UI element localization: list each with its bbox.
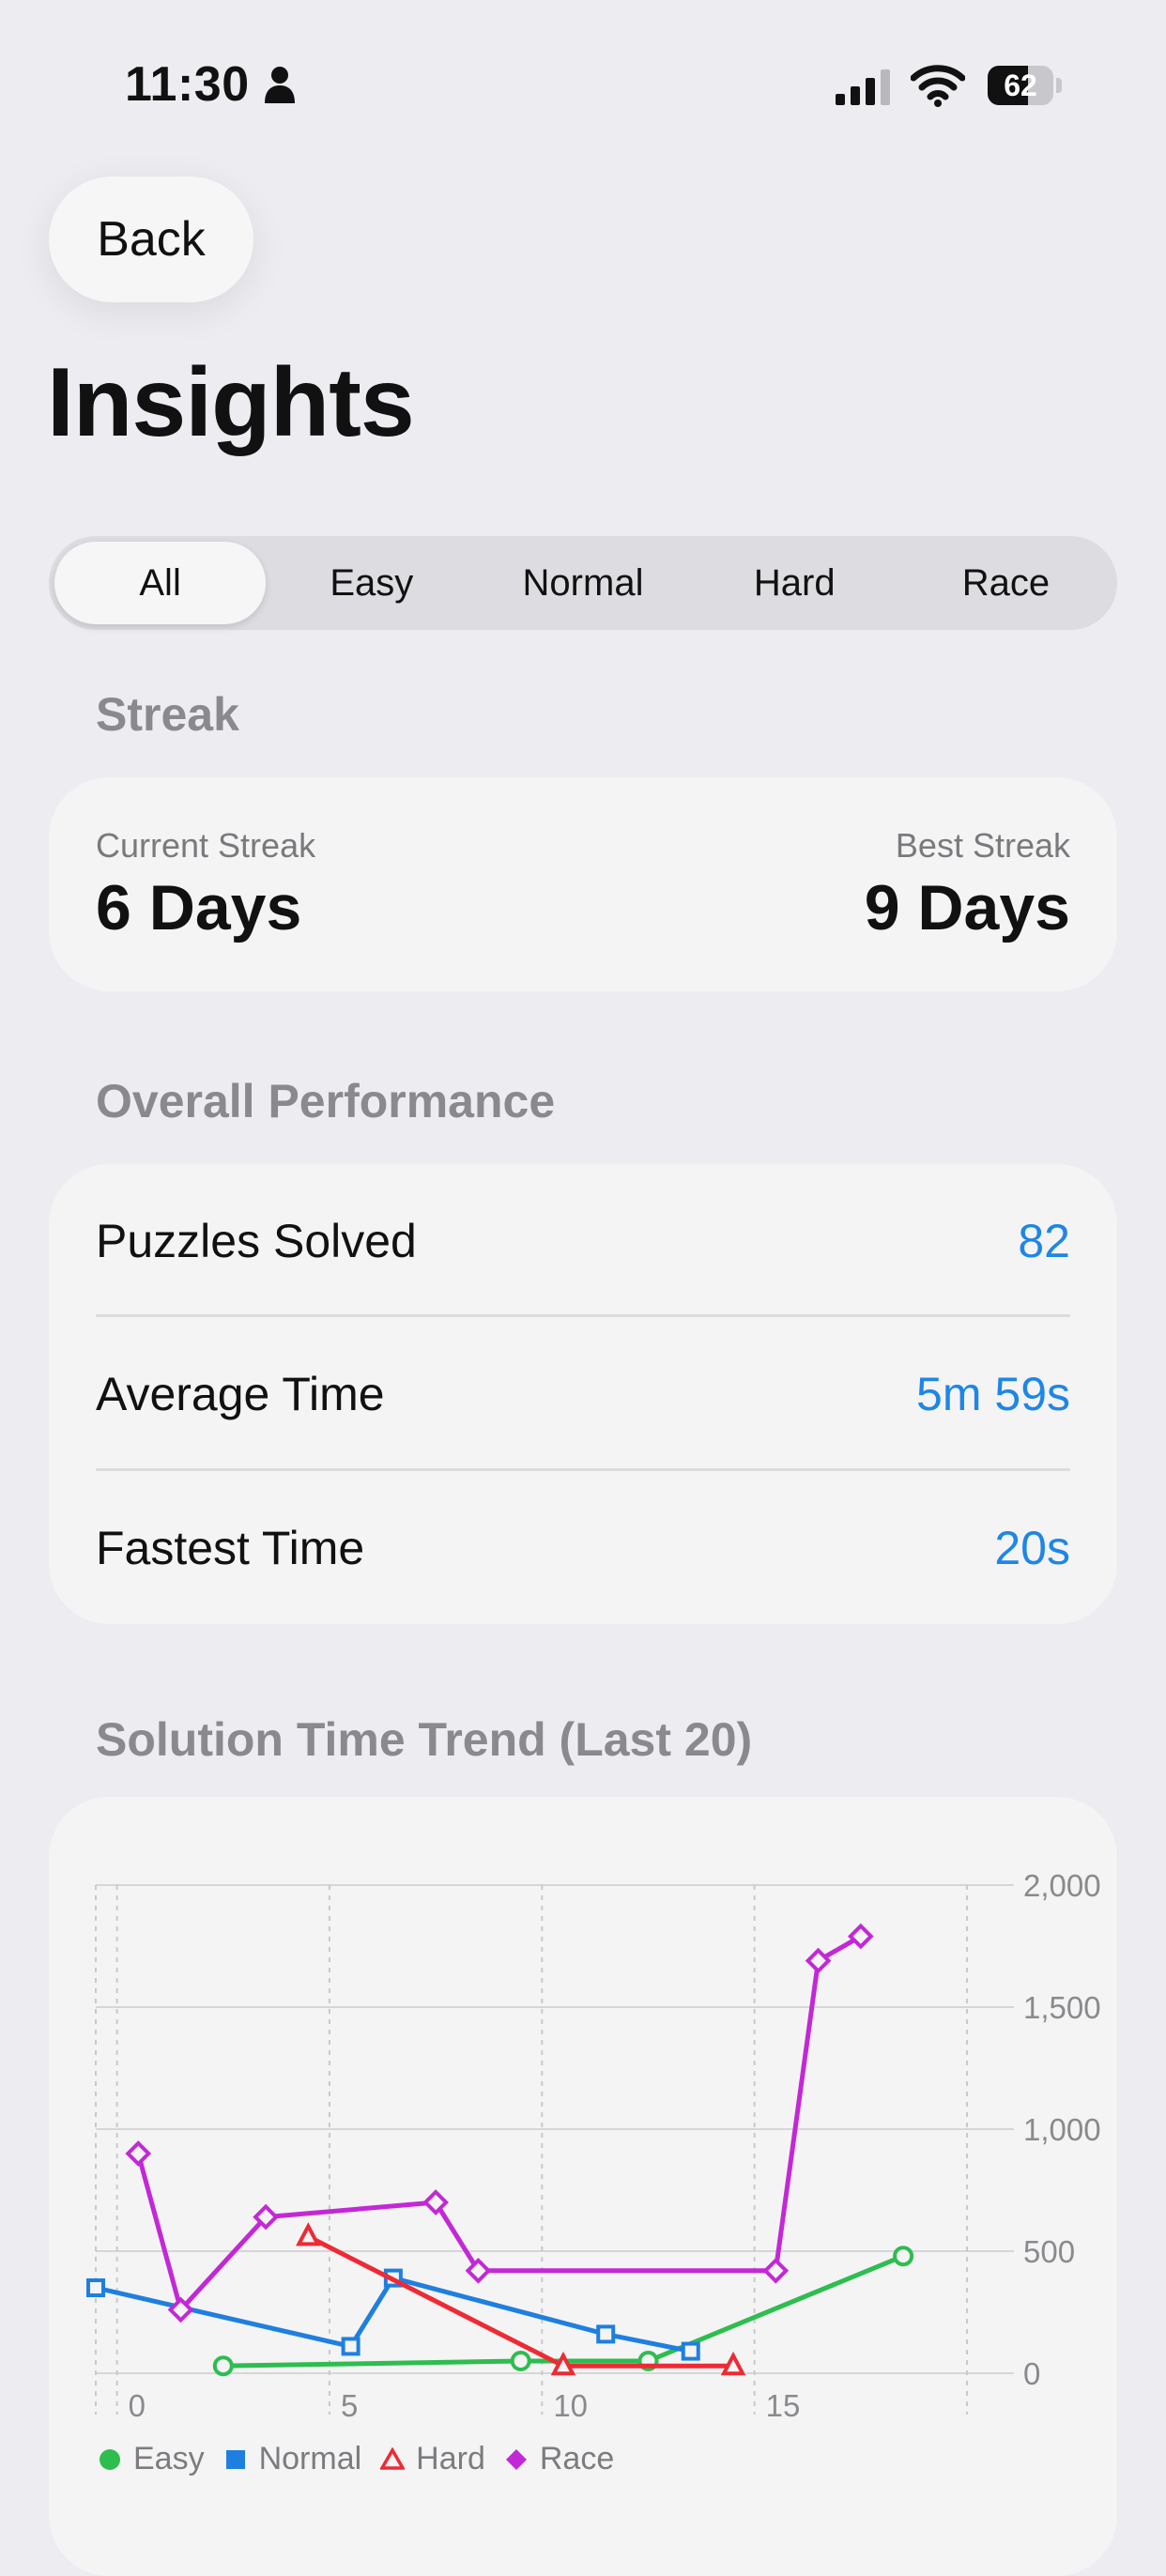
data-point-race [125, 2140, 152, 2167]
stat-row-average-time: Average Time 5m 59s [96, 1317, 1070, 1471]
tab-all[interactable]: All [54, 542, 267, 624]
y-tick-label: 1,500 [1023, 1990, 1101, 2025]
tab-hard[interactable]: Hard [689, 542, 900, 624]
legend-label: Race [539, 2441, 615, 2476]
data-point-hard [550, 2351, 576, 2376]
chart-section-header: Solution Time Trend (Last 20) [96, 1713, 753, 1766]
best-streak-label: Best Streak [895, 826, 1070, 865]
stat-row-fastest-time: Fastest Time 20s [96, 1471, 1070, 1625]
solution-time-chart: 0 500 1,000 1,500 2,000 0 5 10 15 [86, 1868, 1101, 2423]
wifi-icon [911, 65, 965, 107]
status-bar: 11:30 62 [0, 0, 1166, 169]
battery-level-text: 62 [1004, 69, 1037, 102]
status-time: 11:30 [125, 57, 250, 112]
stat-value: 82 [1018, 1215, 1070, 1267]
legend-triangle-icon [380, 2446, 406, 2470]
x-tick-label: 10 [553, 2388, 588, 2423]
data-point-normal [341, 2337, 361, 2356]
stat-value: 5m 59s [916, 1368, 1070, 1420]
data-point-easy [893, 2246, 914, 2267]
best-streak-value: 9 Days [864, 872, 1070, 943]
stat-row-puzzles-solved: Puzzles Solved 82 [96, 1164, 1070, 1318]
legend-label: Easy [133, 2441, 205, 2476]
back-button[interactable]: Back [49, 176, 253, 302]
battery-icon: 62 [988, 66, 1063, 105]
series-line-race [135, 1934, 864, 2312]
page-title: Insights [47, 348, 415, 457]
difficulty-segmented-control: All Easy Normal Hard Race [49, 536, 1117, 630]
data-point-normal [681, 2341, 700, 2361]
stat-label: Puzzles Solved [96, 1215, 417, 1267]
legend-label: Hard [416, 2441, 485, 2476]
x-tick-label: 0 [129, 2388, 146, 2423]
chart-card: 0 500 1,000 1,500 2,000 0 5 10 15 Easy Normal Ha… [49, 1797, 1117, 2576]
stat-value: 20s [994, 1522, 1070, 1574]
x-tick-label: 15 [766, 2388, 801, 2423]
cellular-signal-icon [836, 69, 890, 105]
y-tick-label: 1,000 [1023, 2112, 1101, 2147]
data-point-normal [596, 2324, 616, 2344]
performance-card: Puzzles Solved 82 Average Time 5m 59s Fa… [49, 1164, 1117, 1624]
streak-card: Current Streak 6 Days Best Streak 9 Days [49, 777, 1117, 991]
stat-label: Fastest Time [96, 1522, 365, 1574]
data-point-easy [212, 2355, 234, 2377]
legend-item-easy: Easy [98, 2441, 205, 2477]
data-point-hard [296, 2222, 321, 2246]
chart-legend: Easy Normal Hard Race [98, 2441, 614, 2477]
tab-normal[interactable]: Normal [477, 542, 688, 624]
stat-label: Average Time [96, 1368, 385, 1420]
data-point-normal [86, 2278, 105, 2297]
person-icon [265, 67, 295, 103]
current-streak-label: Current Streak [96, 826, 316, 865]
legend-item-race: Race [504, 2441, 614, 2477]
data-point-easy [510, 2351, 531, 2371]
y-tick-label: 0 [1023, 2356, 1040, 2391]
tab-easy[interactable]: Easy [266, 542, 477, 624]
data-point-race [762, 2257, 790, 2284]
legend-item-hard: Hard [380, 2441, 485, 2477]
legend-circle-icon [100, 2448, 120, 2470]
y-tick-label: 2,000 [1023, 1868, 1101, 1903]
data-point-hard [720, 2351, 746, 2376]
y-tick-label: 500 [1023, 2234, 1075, 2269]
legend-item-normal: Normal [223, 2441, 362, 2477]
performance-section-header: Overall Performance [96, 1075, 556, 1127]
data-point-race [805, 1947, 832, 1974]
legend-diamond-icon [505, 2448, 527, 2470]
streak-section-header: Streak [96, 688, 239, 741]
current-streak-value: 6 Days [96, 872, 302, 943]
legend-label: Normal [258, 2441, 362, 2476]
x-tick-label: 5 [341, 2388, 358, 2423]
tab-race[interactable]: Race [900, 542, 1112, 624]
data-point-race [848, 1923, 874, 1950]
legend-square-icon [225, 2449, 245, 2469]
